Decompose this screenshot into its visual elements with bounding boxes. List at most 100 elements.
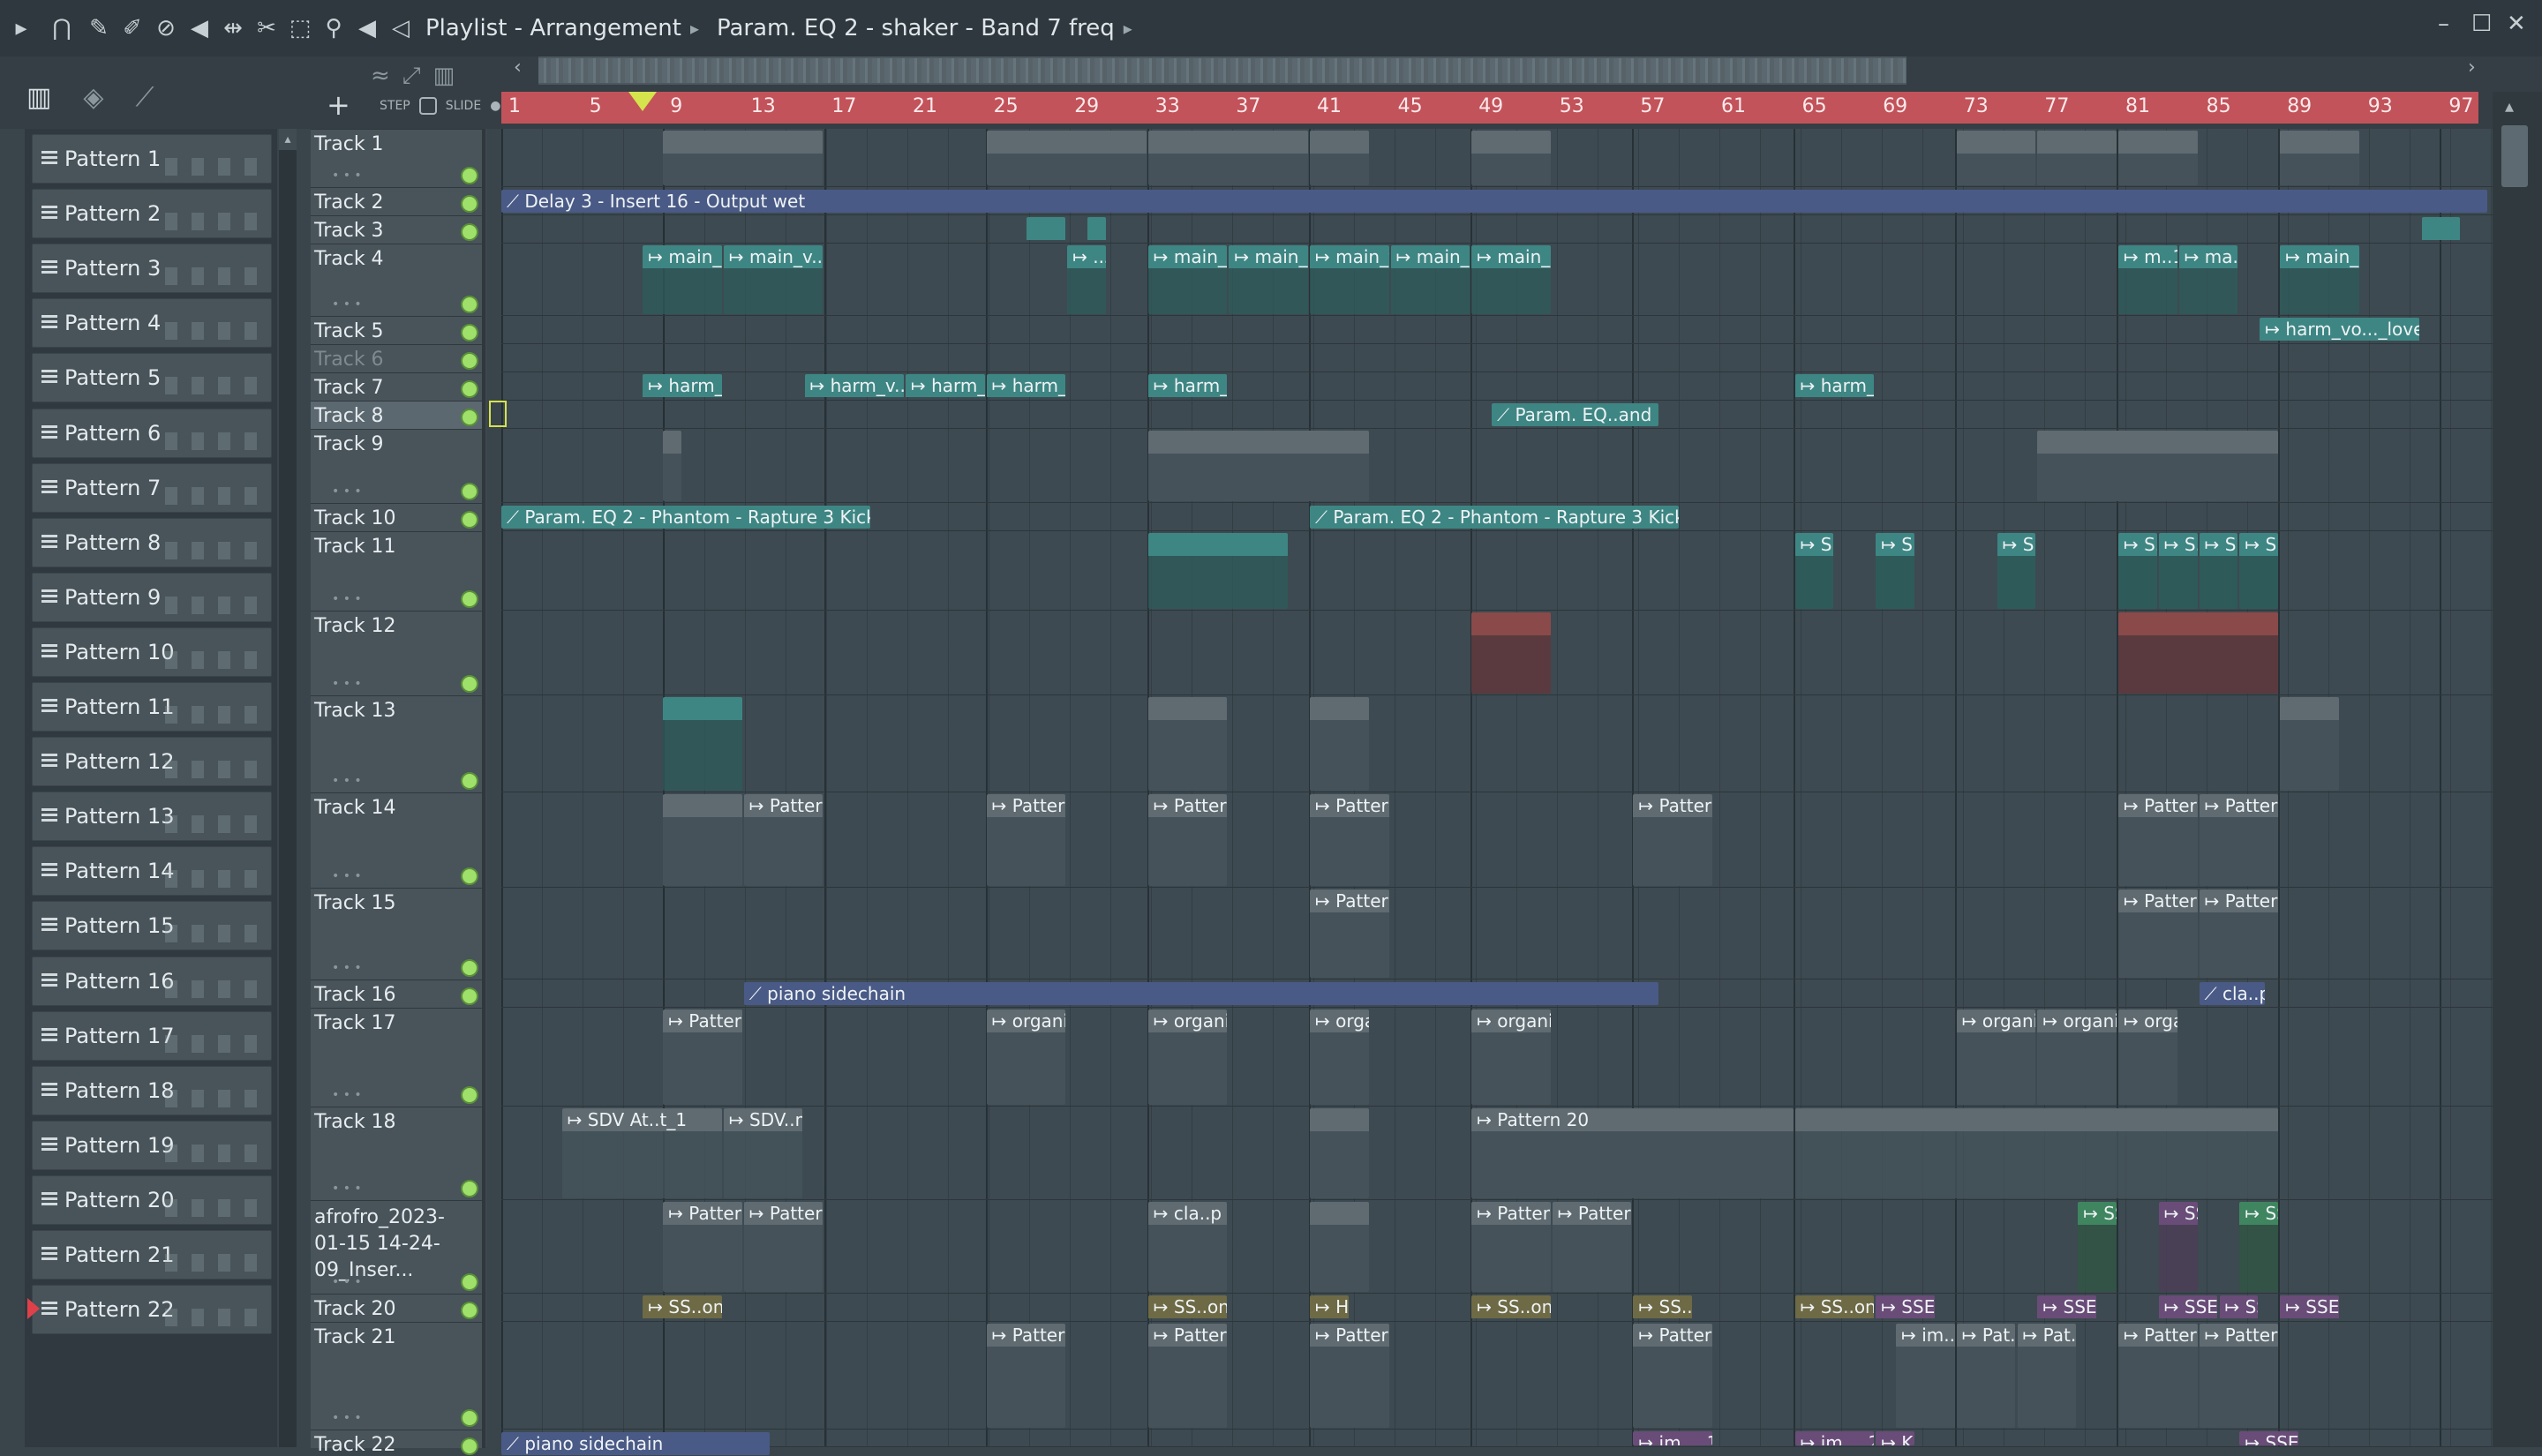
pattern-item[interactable]: Pattern 4	[32, 298, 272, 349]
track-header[interactable]: Track 18 • • •	[311, 1107, 485, 1201]
playlist-clip[interactable]: ↦ S..	[2199, 533, 2238, 609]
track-header[interactable]: Track 16	[311, 979, 485, 1009]
playlist-clip[interactable]: ↦ m..15	[2118, 245, 2177, 314]
pattern-item[interactable]: Pattern 19	[32, 1120, 272, 1170]
track-header[interactable]: Track 1 • • •	[311, 129, 485, 188]
playlist-clip[interactable]	[2118, 131, 2198, 185]
playlist-clip[interactable]	[1027, 217, 1066, 242]
playlist-clip[interactable]: ↦ SS..on 01	[1794, 1295, 1875, 1320]
track-header[interactable]: afrofro_2023-01-15 14-24-09_Inser... • • …	[311, 1200, 485, 1295]
playlist-clip[interactable]	[663, 697, 742, 791]
playlist-clip[interactable]: ↦ S..	[2118, 533, 2157, 609]
speaker-icon[interactable]: ◁	[385, 9, 417, 48]
track-resize-handle[interactable]	[482, 430, 485, 504]
track-header[interactable]: Track 3	[311, 215, 485, 244]
pattern-item[interactable]: Pattern 15	[32, 901, 272, 951]
playlist-clip[interactable]: ↦ Pattern 5	[2118, 889, 2198, 978]
track-resize-handle[interactable]	[482, 345, 485, 373]
playlist-clip[interactable]: ↦ SS..on 01	[643, 1295, 722, 1320]
overview-window[interactable]	[538, 58, 1906, 83]
audio-clip-icon[interactable]: ◈	[83, 82, 103, 113]
playlist-clip[interactable]: ↦ S..	[1794, 533, 1834, 609]
track-header[interactable]: Track 6	[311, 344, 485, 373]
track-enable-led[interactable]	[461, 1409, 478, 1427]
playlist-clip[interactable]: ↦ Pattern 5	[2199, 889, 2279, 978]
pattern-list-scrollbar[interactable]: ▴	[279, 129, 297, 1447]
playlist-clip[interactable]: ↦ organi..k texture	[2037, 1009, 2117, 1105]
pattern-item[interactable]: Pattern 16	[32, 956, 272, 1006]
playlist-clip[interactable]: ↦ organi..k texture	[1471, 1009, 1551, 1105]
pencil-icon[interactable]: ✎	[83, 9, 115, 48]
minimize-button[interactable]: –	[2438, 11, 2449, 37]
track-header[interactable]: Track 11 • • •	[311, 531, 485, 612]
playlist-clip[interactable]	[663, 794, 742, 886]
playlist-clip[interactable]: ↦ SSE..)	[2037, 1295, 2097, 1320]
track-enable-led[interactable]	[461, 590, 478, 608]
playlist-clip[interactable]	[1794, 1108, 2279, 1198]
track-enable-led[interactable]	[461, 352, 478, 370]
playlist-clip[interactable]	[1310, 131, 1369, 185]
automation-clip[interactable]: ⟋ Param. EQ 2 - Phantom - Rapture 3 Kick…	[501, 506, 871, 529]
playlist-clip[interactable]: ↦ Pattern 15	[2118, 1324, 2198, 1428]
playlist-clip[interactable]: ↦ orga..xture	[2118, 1009, 2177, 1105]
playlist-clip[interactable]: ↦ SSE..)	[2158, 1295, 2218, 1320]
playlist-clip[interactable]	[986, 131, 1147, 185]
playlist-clip[interactable]: ↦ Pattern 17	[663, 1202, 742, 1292]
track-header[interactable]: Track 15 • • •	[311, 888, 485, 980]
playlist-clip[interactable]: ↦ SSE..)	[2078, 1202, 2117, 1292]
pattern-item[interactable]: Pattern 9	[32, 572, 272, 622]
track-resize-handle[interactable]	[482, 1323, 485, 1430]
playlist-clip[interactable]: ↦ harm_...ve_17	[1794, 374, 1875, 399]
track-enable-led[interactable]	[461, 296, 478, 313]
playlist-clip[interactable]: ↦ Pattern 21	[1633, 1324, 1712, 1428]
close-button[interactable]: ✕	[2507, 11, 2526, 37]
playlist-clip[interactable]: ↦ SSE..n)	[2158, 1202, 2198, 1292]
track-enable-led[interactable]	[461, 223, 478, 241]
playlist-clip[interactable]: ↦ harm_v..love_17	[804, 374, 904, 399]
playlist-clip[interactable]	[2421, 217, 2461, 242]
playback-icon[interactable]: ◀	[351, 9, 383, 48]
playlist-clip[interactable]: ↦ im..._2	[1794, 1431, 1875, 1445]
pattern-item[interactable]: Pattern 7	[32, 462, 272, 513]
magnet-icon[interactable]: ⋂	[42, 9, 81, 48]
playlist-clip[interactable]: ↦ organi..k texture	[1147, 1009, 1228, 1105]
playlist-clip[interactable]	[663, 431, 682, 501]
playlist-clip[interactable]: ↦ main_v..love_15	[1229, 245, 1308, 314]
play-icon[interactable]: ▸	[2, 9, 41, 48]
playlist-clip[interactable]: ↦ Pattern 8	[663, 1009, 742, 1105]
playlist-clip[interactable]: ↦ main_v..love_15	[723, 245, 824, 314]
playlist-clip[interactable]: ↦ harm_vox_In_love_17	[643, 374, 722, 399]
playlist-clip[interactable]: ↦ harm_...ve_17	[1147, 374, 1228, 399]
playlist-clip[interactable]: ↦ Pattern 13	[2118, 794, 2198, 886]
playlist-clip[interactable]: ↦ Pattern 18	[743, 1202, 824, 1292]
playlist-clip[interactable]: ↦ SSE..)	[2239, 1202, 2279, 1292]
track-resize-handle[interactable]	[482, 532, 485, 612]
playlist-clip[interactable]: ↦ im..._3	[1896, 1324, 1955, 1428]
step-checkbox[interactable]	[418, 97, 437, 115]
playlist-clip[interactable]: ↦ orga..xture	[1310, 1009, 1369, 1105]
automation-clip[interactable]: ⟋ cla..p 2	[2199, 982, 2266, 1005]
playlist-clip[interactable]: ↦ Pat..15	[2017, 1324, 2077, 1428]
track-resize-handle[interactable]	[482, 696, 485, 793]
playlist-clip[interactable]: ↦ Pattern 12	[1633, 794, 1712, 886]
playlist-clip[interactable]: ↦ main_v..love_15	[1310, 245, 1389, 314]
automation-icon[interactable]: ⟋	[135, 82, 154, 113]
track-resize-handle[interactable]	[482, 504, 485, 532]
track-resize-handle[interactable]	[482, 188, 485, 216]
track-resize-handle[interactable]	[482, 130, 485, 188]
track-enable-led[interactable]	[461, 380, 478, 398]
scroll-up-icon[interactable]: ▴	[279, 129, 297, 150]
playlist-clip[interactable]	[1147, 533, 1289, 609]
playlist-clip[interactable]: ↦ cla..p 2	[1147, 1202, 1228, 1292]
playlist-clip[interactable]: ↦ S..	[2239, 533, 2279, 609]
playlist-clip[interactable]: ↦ SSE..)	[1876, 1295, 1935, 1320]
track-resize-handle[interactable]	[482, 612, 485, 696]
playlist-clip[interactable]	[2037, 431, 2279, 501]
pattern-item[interactable]: Pattern 6	[32, 408, 272, 458]
pattern-item[interactable]: Pattern 8	[32, 517, 272, 567]
pattern-item[interactable]: Pattern 2	[32, 189, 272, 239]
playlist-clip[interactable]: ↦ Pattern 11	[1310, 794, 1389, 886]
playlist-clip[interactable]	[1310, 697, 1369, 791]
track-enable-led[interactable]	[461, 483, 478, 500]
delete-icon[interactable]: ⊘	[150, 9, 182, 48]
